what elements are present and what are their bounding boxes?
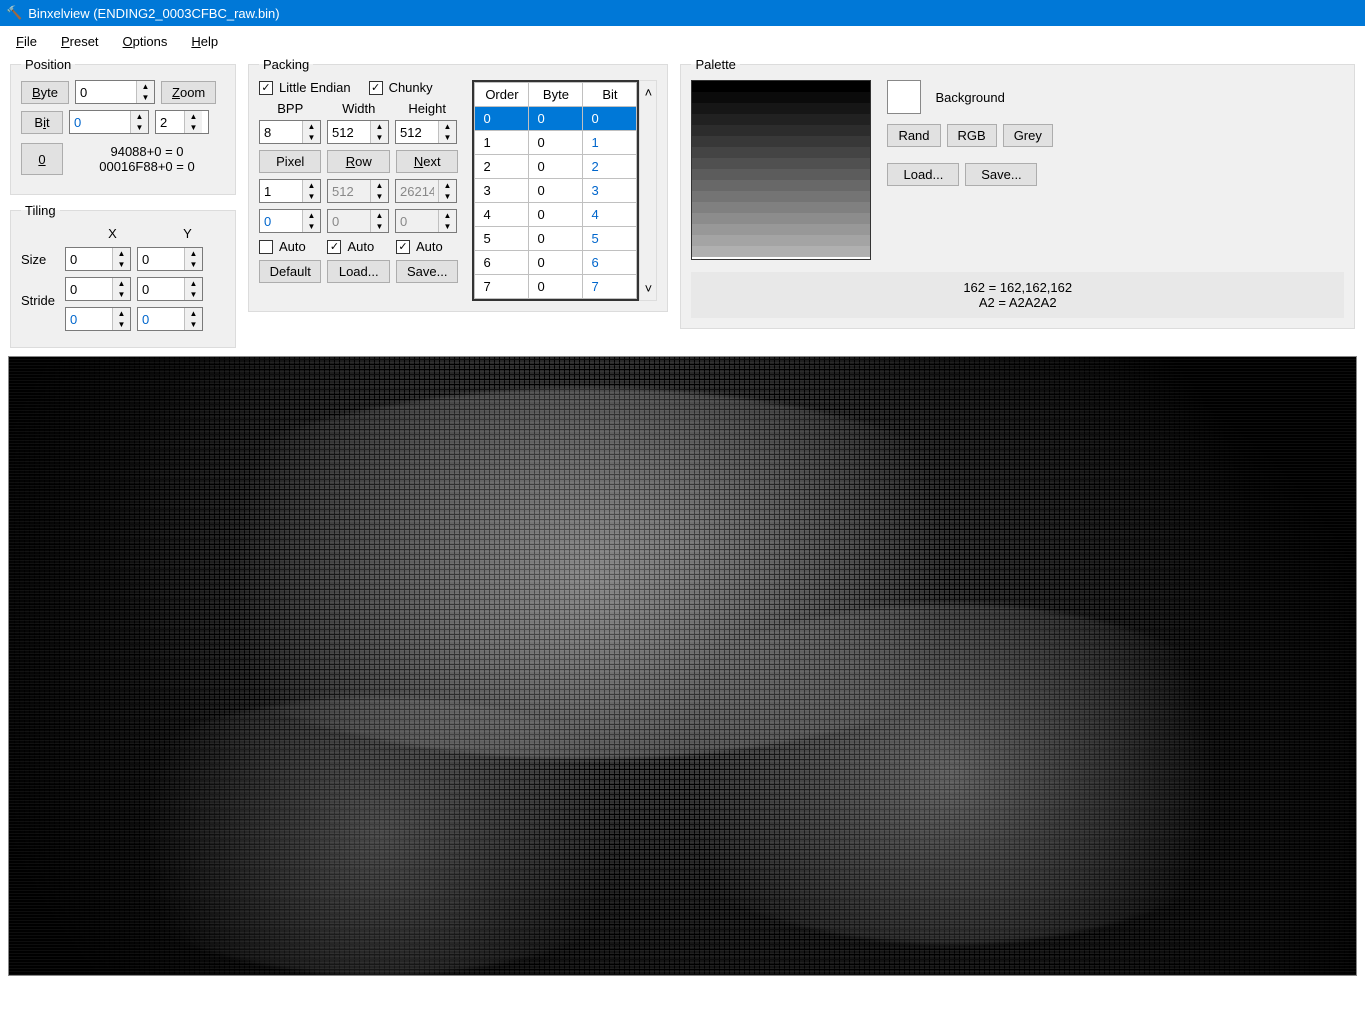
little-endian-checkbox[interactable]: ✓Little Endian bbox=[259, 80, 351, 95]
app-icon: 🔨 bbox=[6, 5, 22, 21]
menu-file[interactable]: File bbox=[6, 30, 47, 53]
stride-x1-input[interactable]: ▲▼ bbox=[65, 277, 131, 301]
pack-r3a-input[interactable]: ▲▼ bbox=[259, 209, 321, 233]
width-label: Width bbox=[327, 101, 389, 116]
stride-label: Stride bbox=[21, 277, 59, 308]
tiling-col-y: Y bbox=[150, 226, 225, 241]
zero-button[interactable]: 0 bbox=[21, 143, 63, 175]
scroll-up-icon[interactable]: ˄ bbox=[645, 85, 653, 100]
palette-status: 162 = 162,162,162 A2 = A2A2A2 bbox=[691, 272, 1344, 318]
menu-bar: File Preset Options Help bbox=[0, 26, 1365, 57]
table-row[interactable]: 303 bbox=[475, 179, 637, 203]
window-title: Binxelview (ENDING2_0003CFBC_raw.bin) bbox=[28, 6, 279, 21]
bit-button[interactable]: Bit bbox=[21, 111, 63, 134]
auto-c-checkbox[interactable]: ✓Auto bbox=[396, 239, 458, 254]
table-row[interactable]: 606 bbox=[475, 251, 637, 275]
stride-x2-input[interactable]: ▲▼ bbox=[65, 307, 131, 331]
pack-r2c-input[interactable]: ▲▼ bbox=[395, 179, 457, 203]
table-row[interactable]: 000 bbox=[475, 107, 637, 131]
menu-help[interactable]: Help bbox=[181, 30, 228, 53]
pack-r3b-input[interactable]: ▲▼ bbox=[327, 209, 389, 233]
table-row[interactable]: 707 bbox=[475, 275, 637, 299]
background-swatch[interactable] bbox=[887, 80, 921, 114]
tiling-legend: Tiling bbox=[21, 203, 60, 218]
background-label: Background bbox=[935, 90, 1004, 105]
height-label: Height bbox=[396, 101, 458, 116]
position-legend: Position bbox=[21, 57, 75, 72]
title-bar: 🔨 Binxelview (ENDING2_0003CFBC_raw.bin) bbox=[0, 0, 1365, 26]
palette-load-button[interactable]: Load... bbox=[887, 163, 959, 186]
pack-r3c-input[interactable]: ▲▼ bbox=[395, 209, 457, 233]
packing-table[interactable]: Order Byte Bit 000101202303404505606707 bbox=[472, 80, 639, 301]
grey-button[interactable]: Grey bbox=[1003, 124, 1053, 147]
stride-y1-input[interactable]: ▲▼ bbox=[137, 277, 203, 301]
byte-button[interactable]: Byte bbox=[21, 81, 69, 104]
zoom-input[interactable]: ▲▼ bbox=[155, 110, 209, 134]
pixel-viewport[interactable] bbox=[8, 356, 1357, 976]
row-button[interactable]: Row bbox=[327, 150, 389, 173]
palette-group: Palette Background Rand RGB Grey Load...… bbox=[680, 57, 1355, 329]
height-input[interactable]: ▲▼ bbox=[395, 120, 457, 144]
bpp-input[interactable]: ▲▼ bbox=[259, 120, 321, 144]
size-x-input[interactable]: ▲▼ bbox=[65, 247, 131, 271]
table-row[interactable]: 505 bbox=[475, 227, 637, 251]
palette-save-button[interactable]: Save... bbox=[965, 163, 1037, 186]
bit-input[interactable]: ▲▼ bbox=[69, 110, 149, 134]
bpp-label: BPP bbox=[259, 101, 321, 116]
pack-r2a-input[interactable]: ▲▼ bbox=[259, 179, 321, 203]
packing-legend: Packing bbox=[259, 57, 313, 72]
auto-a-checkbox[interactable]: Auto bbox=[259, 239, 321, 254]
packing-load-button[interactable]: Load... bbox=[327, 260, 389, 283]
table-row[interactable]: 404 bbox=[475, 203, 637, 227]
palette-gradient[interactable] bbox=[691, 80, 871, 260]
menu-options[interactable]: Options bbox=[113, 30, 178, 53]
table-row[interactable]: 101 bbox=[475, 131, 637, 155]
tiling-group: Tiling X Y Size ▲▼ ▲▼ Stride ▲▼ ▲▼ ▲▼ bbox=[10, 203, 236, 348]
pixel-button[interactable]: Pixel bbox=[259, 150, 321, 173]
auto-b-checkbox[interactable]: ✓Auto bbox=[327, 239, 389, 254]
palette-legend: Palette bbox=[691, 57, 739, 72]
position-info: 94088+0 = 0 00016F88+0 = 0 bbox=[69, 140, 225, 178]
position-group: Position Byte ▲▼ Zoom Bit ▲▼ ▲▼ 0 94088+… bbox=[10, 57, 236, 195]
packing-save-button[interactable]: Save... bbox=[396, 260, 458, 283]
width-input[interactable]: ▲▼ bbox=[327, 120, 389, 144]
pack-r2b-input[interactable]: ▲▼ bbox=[327, 179, 389, 203]
stride-y2-input[interactable]: ▲▼ bbox=[137, 307, 203, 331]
packing-scrollbar[interactable]: ˄˅ bbox=[639, 80, 657, 301]
next-button[interactable]: Next bbox=[396, 150, 458, 173]
menu-preset[interactable]: Preset bbox=[51, 30, 109, 53]
table-row[interactable]: 202 bbox=[475, 155, 637, 179]
size-y-input[interactable]: ▲▼ bbox=[137, 247, 203, 271]
size-label: Size bbox=[21, 252, 59, 267]
rgb-button[interactable]: RGB bbox=[947, 124, 997, 147]
rand-button[interactable]: Rand bbox=[887, 124, 940, 147]
scroll-down-icon[interactable]: ˅ bbox=[645, 281, 653, 296]
default-button[interactable]: Default bbox=[259, 260, 321, 283]
packing-group: Packing ✓Little Endian ✓Chunky BPP Width… bbox=[248, 57, 668, 312]
tiling-col-x: X bbox=[75, 226, 150, 241]
chunky-checkbox[interactable]: ✓Chunky bbox=[369, 80, 433, 95]
zoom-button[interactable]: Zoom bbox=[161, 81, 216, 104]
byte-input[interactable]: ▲▼ bbox=[75, 80, 155, 104]
